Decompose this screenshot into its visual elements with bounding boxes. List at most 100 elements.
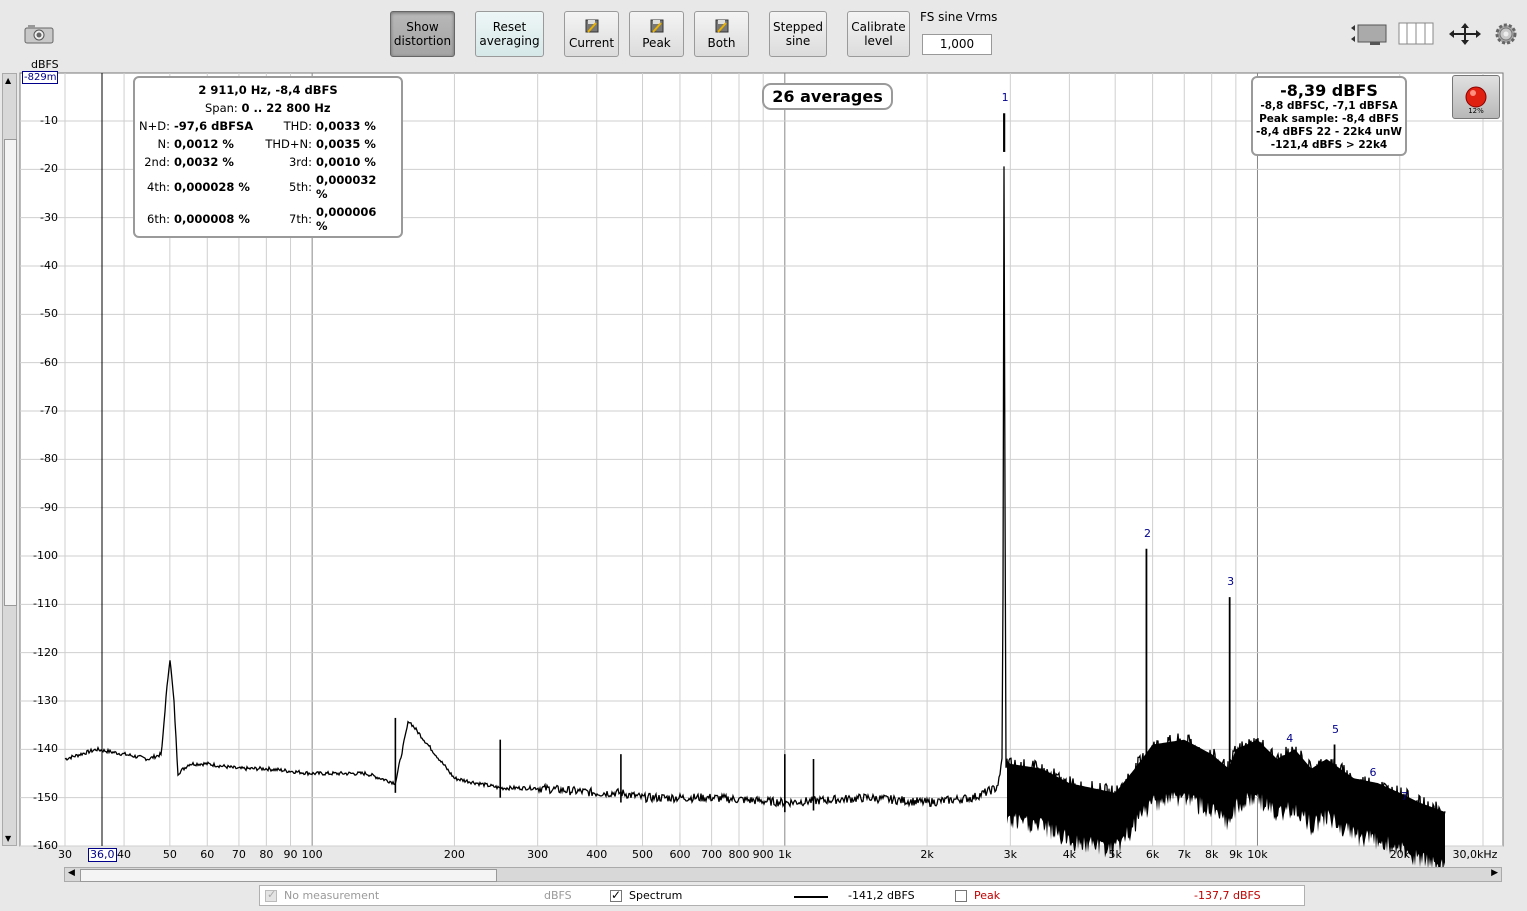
harmonic-label: 3 bbox=[1227, 575, 1235, 589]
y-tick-label: -10 bbox=[40, 114, 58, 127]
y-tick-label: -40 bbox=[40, 259, 58, 272]
h2-value: 0,0032 % bbox=[174, 155, 234, 169]
x-tick-label: 50 bbox=[162, 848, 177, 861]
x-tick-label: 500 bbox=[632, 848, 654, 861]
record-button[interactable]: 12% bbox=[1452, 75, 1500, 119]
n-label: N: bbox=[157, 137, 170, 151]
x-tick-label: 700 bbox=[701, 848, 723, 861]
harmonic-label: 4 bbox=[1286, 732, 1294, 746]
x-tick-label: 100 bbox=[301, 848, 323, 861]
level-panel: -8,39 dBFS -8,8 dBFSC, -7,1 dBFSA Peak s… bbox=[1251, 76, 1407, 156]
x-scroll-right-icon[interactable]: ▶ bbox=[1491, 868, 1498, 878]
x-tick-label: 40 bbox=[117, 848, 132, 861]
nd-value: -97,6 dBFSA bbox=[174, 119, 254, 133]
thdn-value: 0,0035 % bbox=[316, 137, 376, 151]
record-icon bbox=[1465, 86, 1487, 108]
x-tick-label: 3k bbox=[1003, 848, 1018, 861]
h7-label: 7th: bbox=[289, 212, 312, 226]
thd-value: 0,0033 % bbox=[316, 119, 376, 133]
no-measurement-checkbox[interactable]: ✓ bbox=[265, 888, 277, 902]
peak-label: Peak bbox=[974, 889, 1001, 902]
spectrum-label: Spectrum bbox=[629, 889, 683, 902]
level-main: -8,39 dBFS bbox=[1280, 81, 1378, 100]
y-tick-label: -100 bbox=[33, 549, 58, 562]
span-label: Span: bbox=[205, 101, 238, 115]
thdn-label: THD+N: bbox=[265, 137, 312, 151]
h7-value: 0,000006 % bbox=[316, 205, 377, 233]
x-tick-label: 8k bbox=[1204, 848, 1219, 861]
peak-checkbox[interactable] bbox=[955, 890, 967, 902]
no-measurement-unit: dBFS bbox=[544, 889, 572, 902]
harmonic-label: 6 bbox=[1369, 766, 1377, 779]
x-scroll-left-icon[interactable]: ◀ bbox=[68, 868, 75, 878]
x-tick-label: 600 bbox=[669, 848, 691, 861]
distortion-headline: 2 911,0 Hz, -8,4 dBFS bbox=[198, 83, 338, 97]
y-tick-label: -50 bbox=[40, 307, 58, 321]
x-tick-label: 300 bbox=[527, 848, 549, 861]
level-line-4: -121,4 dBFS > 22k4 bbox=[1270, 139, 1388, 151]
x-scroll-thumb[interactable] bbox=[80, 869, 497, 882]
x-tick-label: 7k bbox=[1177, 848, 1191, 861]
x-tick-label: 90 bbox=[283, 848, 298, 861]
y-tick-label: -30 bbox=[40, 210, 58, 224]
x-cursor-readout: 36,0 bbox=[88, 848, 117, 862]
h6-label: 6th: bbox=[147, 212, 170, 226]
peak-value: -137,7 dBFS bbox=[1194, 889, 1261, 902]
level-line-2: Peak sample: -8,4 dBFS bbox=[1259, 113, 1399, 125]
harmonic-label: 2 bbox=[1143, 526, 1151, 540]
level-line-3: -8,4 dBFS 22 - 22k4 unW bbox=[1256, 126, 1402, 138]
distortion-panel: 2 911,0 Hz, -8,4 dBFS Span: 0 .. 22 800 … bbox=[133, 76, 403, 238]
x-tick-label: 30,0kHz bbox=[1452, 848, 1498, 861]
x-tick-label: 200 bbox=[443, 848, 465, 861]
y-tick-label: -120 bbox=[33, 645, 58, 659]
h3-label: 3rd: bbox=[288, 155, 312, 169]
y-tick-label: -20 bbox=[40, 162, 58, 176]
x-tick-label: 80 bbox=[259, 848, 274, 861]
x-scrollbar[interactable]: ◀ ▶ bbox=[64, 867, 1502, 882]
harmonic-label: 1 bbox=[1001, 91, 1009, 105]
record-percent: 12% bbox=[1468, 107, 1484, 115]
x-tick-label: 900 bbox=[752, 848, 774, 861]
x-tick-label: 60 bbox=[200, 848, 215, 861]
y-scroll-up-icon[interactable]: ▲ bbox=[5, 76, 11, 85]
y-tick-label: -60 bbox=[40, 355, 58, 369]
spectrum-line-swatch bbox=[794, 896, 828, 898]
x-tick-label: 400 bbox=[586, 848, 608, 861]
h3-value: 0,0010 % bbox=[316, 155, 376, 169]
x-tick-label: 9k bbox=[1229, 848, 1243, 861]
h4-label: 4th: bbox=[147, 180, 170, 194]
thd-label: THD: bbox=[283, 119, 312, 133]
averages-badge: 26 averages bbox=[762, 83, 893, 110]
spectrum-checkbox[interactable]: ✓ bbox=[610, 888, 622, 902]
y-tick-label: -160 bbox=[33, 839, 58, 852]
x-tick-label: 70 bbox=[231, 848, 246, 861]
y-tick-label: -150 bbox=[33, 790, 58, 804]
x-tick-label: 5k bbox=[1108, 848, 1122, 861]
y-tick-label: -70 bbox=[40, 404, 58, 417]
y-unit-label: dBFS bbox=[31, 58, 59, 71]
x-tick-label: 6k bbox=[1145, 848, 1160, 861]
x-tick-label: 30 bbox=[58, 848, 72, 861]
n-value: 0,0012 % bbox=[174, 137, 234, 151]
x-tick-label: 1k bbox=[778, 848, 792, 861]
harmonic-label: 7 bbox=[1401, 790, 1409, 804]
averages-label: 26 averages bbox=[772, 87, 883, 106]
h5-label: 5th: bbox=[289, 180, 312, 194]
y-tick-label: -80 bbox=[40, 452, 58, 466]
y-tick-label: -90 bbox=[40, 500, 58, 514]
level-line-1: -8,8 dBFSC, -7,1 dBFSA bbox=[1260, 100, 1398, 112]
spectrum-value: -141,2 dBFS bbox=[848, 889, 915, 902]
span-row: Span: 0 .. 22 800 Hz bbox=[205, 101, 331, 115]
x-tick-label: 10k bbox=[1247, 848, 1268, 861]
nd-label: N+D: bbox=[139, 119, 170, 133]
x-tick-label: 800 bbox=[728, 848, 750, 861]
h4-value: 0,000028 % bbox=[174, 180, 250, 194]
x-tick-label: 20k bbox=[1389, 848, 1410, 861]
span-value: 0 .. 22 800 Hz bbox=[241, 101, 331, 115]
y-scroll-thumb[interactable] bbox=[4, 139, 17, 606]
h6-value: 0,000008 % bbox=[174, 212, 250, 226]
legend-bar: ✓ No measurement dBFS ✓ Spectrum -141,2 … bbox=[259, 885, 1305, 906]
y-tick-label: -140 bbox=[33, 742, 58, 756]
x-tick-label: 4k bbox=[1062, 848, 1077, 861]
h5-value: 0,000032 % bbox=[316, 173, 377, 201]
